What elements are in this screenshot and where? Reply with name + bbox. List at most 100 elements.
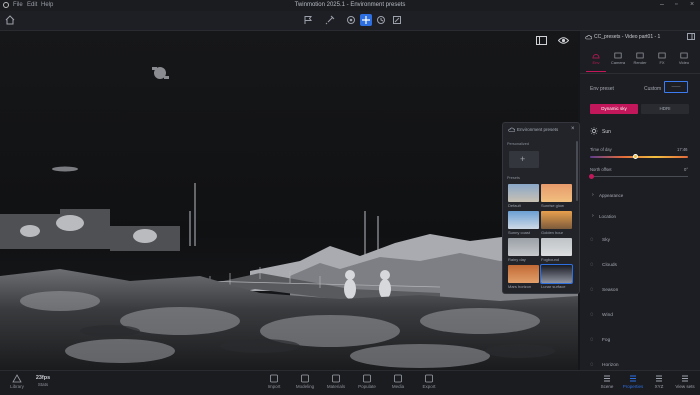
- preset-thumbnail[interactable]: [541, 238, 572, 256]
- popup-close-icon[interactable]: ×: [571, 126, 575, 132]
- tab-label: Camera: [610, 60, 626, 65]
- export-icon: [425, 374, 433, 383]
- time-of-day-label: Time of day: [590, 147, 612, 152]
- properties-panel: CC_presets - Video part01 - 1 Env Camera R…: [580, 31, 700, 370]
- sun-tab-icon: [592, 54, 600, 59]
- xyz-button[interactable]: XYZ: [645, 372, 673, 389]
- rotate-icon[interactable]: [376, 15, 386, 25]
- tool-label: Populate: [358, 384, 376, 389]
- section-clouds[interactable]: Clouds: [602, 263, 617, 268]
- layout-toggle-icon[interactable]: [536, 36, 547, 45]
- populate-button[interactable]: Populate: [352, 372, 382, 389]
- personalized-heading: Personalized: [507, 142, 529, 146]
- time-of-day-thumb[interactable]: [632, 154, 638, 159]
- view-sets-icon: [682, 375, 688, 382]
- tool-label: XYZ: [654, 384, 664, 389]
- preset-thumbnail[interactable]: [508, 211, 539, 229]
- section-wind[interactable]: Wind: [602, 313, 613, 318]
- add-preset-button[interactable]: +: [509, 151, 539, 168]
- import-button[interactable]: Import: [259, 372, 289, 389]
- chevron-right-icon: ›: [592, 213, 594, 219]
- sun-icon: [590, 127, 598, 135]
- panel-title: CC_presets - Video part01 - 1: [594, 34, 661, 40]
- stats-label: Stats: [37, 382, 49, 387]
- lunar-scene-render: [0, 31, 578, 370]
- tool-label: Scene: [600, 384, 614, 389]
- preset-label: Sunrise glow: [541, 203, 564, 208]
- section-fog[interactable]: Fog: [602, 338, 610, 343]
- preset-label: Sunny coast: [508, 230, 531, 235]
- orbit-icon[interactable]: [346, 15, 356, 25]
- stats-button[interactable]: 23fps Stats: [28, 372, 58, 387]
- cloud-icon: [508, 127, 515, 132]
- hdri-button[interactable]: HDRI: [641, 104, 689, 114]
- section-horizon[interactable]: Horizon: [602, 363, 619, 368]
- export-button[interactable]: Export: [414, 372, 444, 389]
- tab-label: Render: [633, 60, 647, 65]
- tab-label: Video: [678, 60, 690, 65]
- properties-button[interactable]: Properties: [619, 372, 647, 389]
- time-of-day-value: 17:46: [677, 147, 688, 152]
- camera-icon: [614, 52, 622, 59]
- scene-icon: [604, 375, 610, 382]
- sky-icon: ◌: [590, 237, 594, 243]
- move-tool-button[interactable]: [360, 14, 372, 26]
- season-icon: ◌: [590, 287, 594, 293]
- materials-icon: [332, 374, 340, 383]
- home-icon[interactable]: [5, 15, 15, 25]
- tab-video[interactable]: Video: [674, 51, 694, 69]
- north-offset-thumb[interactable]: [589, 174, 595, 179]
- visibility-eye-icon[interactable]: [558, 36, 569, 45]
- location-collapsible[interactable]: Location: [599, 214, 616, 219]
- north-offset-slider[interactable]: [589, 174, 688, 179]
- menu-bar: File Edit Help Twinmotion 2025.1 - Envir…: [0, 0, 700, 11]
- import-icon: [270, 374, 278, 383]
- chevron-right-icon: ›: [592, 192, 594, 198]
- tool-label: Import: [267, 384, 281, 389]
- presets-heading: Presets: [507, 176, 520, 180]
- minimize-icon[interactable]: –: [660, 1, 664, 8]
- fps-readout: 23fps: [35, 375, 51, 381]
- preset-label: Golden hour: [541, 230, 564, 235]
- flag-icon[interactable]: [303, 15, 313, 25]
- maximize-icon[interactable]: ▫: [675, 1, 677, 8]
- popup-scrollbar[interactable]: [576, 141, 578, 201]
- section-sky[interactable]: Sky: [602, 238, 610, 243]
- tab-camera[interactable]: Camera: [608, 51, 628, 69]
- close-window-icon[interactable]: ×: [690, 1, 694, 8]
- popup-title: Environment presets: [517, 127, 559, 132]
- media-button[interactable]: Media: [383, 372, 413, 389]
- preset-label: Lunar surface: [541, 284, 566, 289]
- tab-render[interactable]: Render: [630, 51, 650, 69]
- preset-label: Mars horizon: [508, 284, 532, 289]
- dynamic-sky-button[interactable]: Dynamic sky: [590, 104, 638, 114]
- xyz-icon: [656, 375, 662, 382]
- preset-thumbnail[interactable]: [541, 211, 572, 229]
- section-season[interactable]: Season: [602, 288, 618, 293]
- custom-preset-field[interactable]: ——: [664, 81, 688, 93]
- preset-thumbnail[interactable]: [541, 184, 572, 202]
- populate-icon: [363, 374, 371, 383]
- active-tab-indicator: [586, 71, 606, 72]
- materials-button[interactable]: Materials: [321, 372, 351, 389]
- time-of-day-slider[interactable]: [590, 154, 688, 159]
- tab-env[interactable]: Env: [586, 51, 606, 69]
- preset-thumbnail[interactable]: [508, 184, 539, 202]
- 3d-viewport[interactable]: [0, 31, 578, 370]
- appearance-collapsible[interactable]: Appearance: [599, 193, 623, 198]
- modeling-button[interactable]: Modeling: [290, 372, 320, 389]
- scene-button[interactable]: Scene: [593, 372, 621, 389]
- library-label: Library: [10, 384, 24, 389]
- preset-thumbnail[interactable]: [508, 238, 539, 256]
- preset-thumbnail[interactable]: [508, 265, 539, 283]
- north-offset-value: 0°: [684, 167, 689, 172]
- tab-fx[interactable]: FX: [652, 51, 672, 69]
- scale-icon[interactable]: [392, 15, 402, 25]
- panel-layout-icon[interactable]: [687, 33, 695, 40]
- tab-label: FX: [659, 60, 665, 65]
- preset-thumbnail[interactable]: [540, 264, 573, 284]
- view-sets-button[interactable]: View sets: [671, 372, 699, 389]
- pin-icon[interactable]: [325, 15, 335, 25]
- library-icon: [12, 374, 22, 383]
- properties-icon: [630, 375, 636, 382]
